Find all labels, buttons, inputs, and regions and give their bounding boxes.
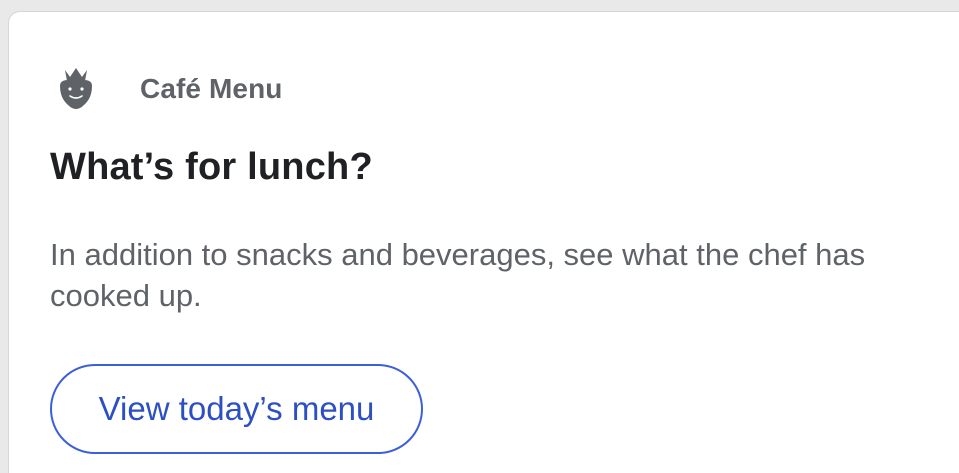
strawberry-icon (52, 62, 100, 116)
view-menu-button[interactable]: View today’s menu (50, 364, 423, 454)
app-name: Café Menu (140, 73, 283, 104)
card-body-text: In addition to snacks and beverages, see… (50, 237, 866, 313)
card-header: Café Menu (52, 62, 282, 116)
notification-card: Café Menu What’s for lunch? In addition … (8, 11, 959, 473)
card-title: What’s for lunch? (50, 146, 373, 188)
